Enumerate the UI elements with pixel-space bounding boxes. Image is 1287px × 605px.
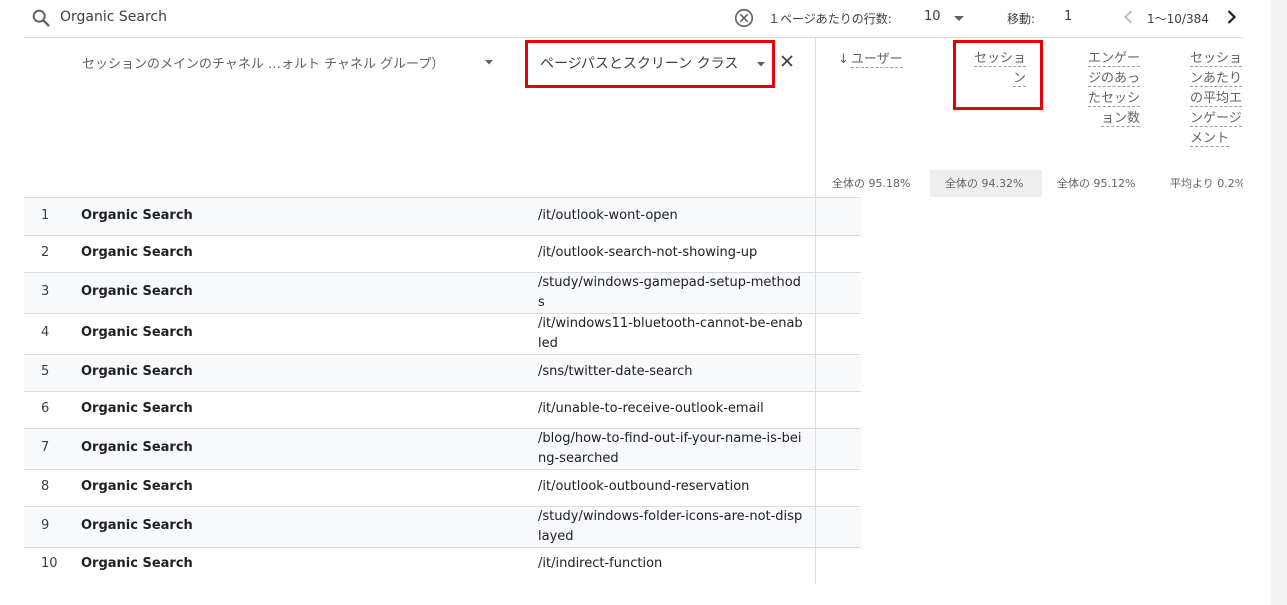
row-number: 3: [41, 284, 50, 299]
table-row[interactable]: 7 Organic Search /blog/how-to-find-out-i…: [24, 429, 861, 470]
row-number: 1: [41, 208, 50, 223]
metric-label-sessions: セッション: [973, 51, 1026, 87]
goto-page-input[interactable]: 1: [1064, 9, 1104, 24]
report-page: Organic Search １ページあたりの行数: 10 移動: 1 1〜10…: [0, 0, 1287, 605]
vertical-scrollbar[interactable]: [1271, 0, 1287, 605]
row-path: /it/unable-to-receive-outlook-email: [538, 401, 764, 416]
row-divider: [815, 470, 816, 506]
row-divider: [815, 429, 816, 469]
row-path: /study/windows-gamepad-setup-methods: [538, 275, 801, 310]
row-number: 10: [41, 556, 58, 571]
summary-engaged-sessions: 全体の 95.12%: [1057, 177, 1136, 190]
row-channel: Organic Search: [81, 325, 193, 340]
row-divider: [815, 273, 816, 313]
row-path: /it/outlook-search-not-showing-up: [538, 245, 758, 260]
metric-header-avg-engagement[interactable]: セッションあたりの平均エンゲージメント: [1190, 49, 1243, 149]
row-channel: Organic Search: [81, 208, 193, 223]
summary-sessions: 全体の 94.32%: [930, 170, 1042, 197]
secondary-dimension-highlight: ページパスとスクリーン クラス: [525, 40, 775, 88]
row-divider: [815, 507, 816, 547]
row-path: /study/windows-folder-icons-are-not-disp…: [538, 509, 803, 544]
caret-down-icon[interactable]: [952, 11, 966, 25]
search-icon: [32, 9, 50, 27]
row-path: /it/indirect-function: [538, 556, 663, 571]
metric-label-engaged-sessions: エンゲージのあったセッション数: [1087, 51, 1140, 127]
row-divider: [815, 314, 816, 354]
metric-label-users: ユーザー: [850, 52, 903, 68]
metric-header-users[interactable]: ↓ ユーザー: [838, 50, 914, 70]
row-divider: [815, 198, 816, 235]
row-number: 2: [41, 245, 50, 260]
row-channel: Organic Search: [81, 440, 193, 455]
row-divider: [815, 236, 816, 272]
row-channel: Organic Search: [81, 479, 193, 494]
metric-header-engaged-sessions[interactable]: エンゲージのあったセッション数: [1080, 49, 1140, 129]
row-divider: [815, 392, 816, 428]
table-row[interactable]: 9 Organic Search /study/windows-folder-i…: [24, 507, 861, 548]
rows-per-page-label: １ページあたりの行数:: [768, 12, 892, 26]
secondary-dimension-header[interactable]: ページパスとスクリーン クラス: [540, 53, 738, 73]
table-row[interactable]: 4 Organic Search /it/windows11-bluetooth…: [24, 314, 861, 355]
caret-down-icon[interactable]: [754, 57, 768, 71]
row-path: /it/windows11-bluetooth-cannot-be-enable…: [538, 316, 803, 351]
summary-avg-engagement: 平均より 0.2%: [1170, 177, 1243, 190]
row-path: /blog/how-to-find-out-if-your-name-is-be…: [538, 431, 802, 466]
row-number: 4: [41, 325, 50, 340]
row-number: 7: [41, 440, 50, 455]
metric-label-avg-engagement: セッションあたりの平均エンゲージメント: [1190, 51, 1243, 147]
search-input[interactable]: Organic Search: [60, 9, 167, 25]
table-row[interactable]: 10 Organic Search /it/indirect-function: [24, 548, 861, 584]
row-path: /sns/twitter-date-search: [538, 364, 693, 379]
row-number: 9: [41, 518, 50, 533]
clear-search-icon[interactable]: [733, 7, 755, 29]
row-path: /it/outlook-wont-open: [538, 208, 678, 223]
arrow-down-icon: ↓: [838, 52, 849, 67]
summary-users: 全体の 95.18%: [832, 177, 911, 190]
table-row[interactable]: 6 Organic Search /it/unable-to-receive-o…: [24, 392, 861, 429]
row-channel: Organic Search: [81, 284, 193, 299]
table-row[interactable]: 1 Organic Search /it/outlook-wont-open: [24, 198, 861, 236]
rows-per-page-select[interactable]: 10: [924, 9, 941, 24]
page-range: 1〜10/384: [1147, 12, 1209, 26]
row-channel: Organic Search: [81, 518, 193, 533]
goto-label: 移動:: [1007, 12, 1036, 26]
row-channel: Organic Search: [81, 245, 193, 260]
row-path: /it/outlook-outbound-reservation: [538, 479, 750, 494]
row-channel: Organic Search: [81, 364, 193, 379]
table-row[interactable]: 2 Organic Search /it/outlook-search-not-…: [24, 236, 861, 273]
table-row[interactable]: 5 Organic Search /sns/twitter-date-searc…: [24, 355, 861, 392]
caret-down-icon[interactable]: [482, 55, 496, 69]
row-number: 5: [41, 364, 50, 379]
row-channel: Organic Search: [81, 556, 193, 571]
close-icon[interactable]: [779, 53, 795, 69]
chevron-right-icon[interactable]: [1222, 8, 1240, 26]
row-divider: [815, 355, 816, 391]
row-number: 6: [41, 401, 50, 416]
primary-dimension-header[interactable]: セッションのメインのチャネル …ォルト チャネル グループ）: [82, 53, 444, 72]
table-row[interactable]: 3 Organic Search /study/windows-gamepad-…: [24, 273, 861, 314]
metric-header-sessions[interactable]: セッション: [970, 49, 1026, 89]
row-divider: [815, 548, 816, 584]
row-channel: Organic Search: [81, 401, 193, 416]
table-toolbar: Organic Search １ページあたりの行数: 10 移動: 1 1〜10…: [24, 0, 1243, 38]
chevron-left-icon[interactable]: [1120, 8, 1138, 26]
row-number: 8: [41, 479, 50, 494]
table-row[interactable]: 8 Organic Search /it/outlook-outbound-re…: [24, 470, 861, 507]
